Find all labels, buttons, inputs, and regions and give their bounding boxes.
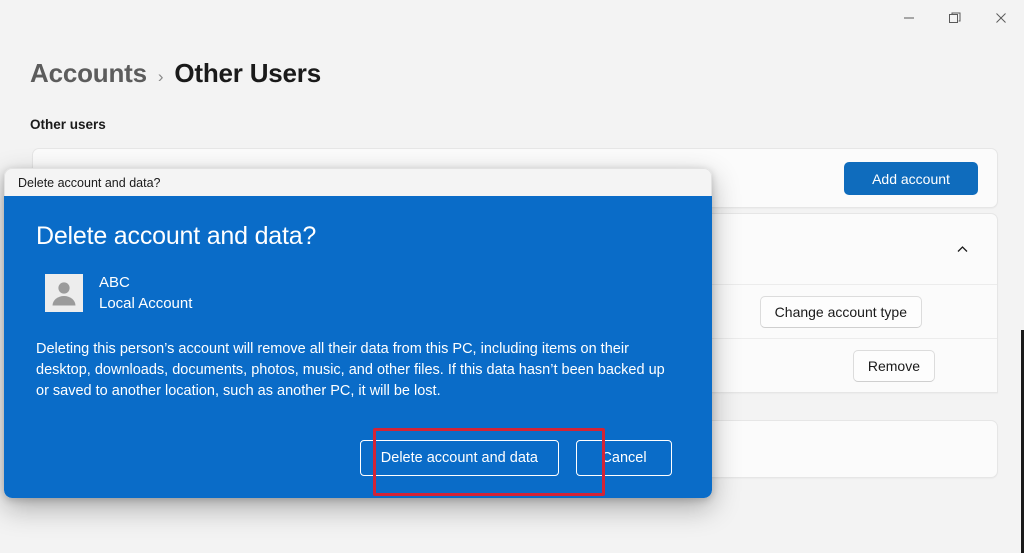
- remove-account-button[interactable]: Remove: [852, 349, 935, 382]
- minimize-button[interactable]: [886, 0, 932, 36]
- section-label-other-users: Other users: [30, 117, 106, 132]
- change-account-type-button[interactable]: Change account type: [759, 295, 922, 328]
- dialog-heading: Delete account and data?: [36, 222, 317, 250]
- delete-account-dialog: Delete account and data? Delete account …: [4, 168, 712, 498]
- account-type: Local Account: [99, 295, 193, 312]
- maximize-icon: [948, 11, 962, 25]
- breadcrumb-separator-icon: ›: [157, 67, 164, 86]
- account-name: ABC: [99, 274, 130, 291]
- account-summary: ABC Local Account: [45, 273, 682, 313]
- dialog-body: Delete account and data? ABC Local Accou…: [4, 196, 712, 498]
- close-button[interactable]: [978, 0, 1024, 36]
- dialog-titlebar: Delete account and data?: [4, 168, 712, 196]
- cancel-button[interactable]: Cancel: [576, 440, 672, 476]
- user-avatar-icon: [45, 274, 83, 312]
- breadcrumb: Accounts › Other Users: [30, 58, 321, 89]
- maximize-button[interactable]: [932, 0, 978, 36]
- dialog-titlebar-title: Delete account and data?: [18, 175, 161, 190]
- chevron-up-icon[interactable]: [947, 234, 977, 264]
- close-icon: [995, 12, 1007, 24]
- breadcrumb-item-accounts[interactable]: Accounts: [30, 58, 147, 89]
- account-meta: ABC Local Account: [99, 273, 192, 313]
- add-account-button[interactable]: Add account: [844, 161, 978, 195]
- window-titlebar: [0, 0, 1024, 36]
- minimize-icon: [903, 12, 915, 24]
- page-title: Other Users: [174, 58, 321, 88]
- dialog-actions: Delete account and data Cancel: [34, 440, 682, 476]
- dialog-body-text: Deleting this person’s account will remo…: [36, 341, 665, 399]
- confirm-delete-button[interactable]: Delete account and data: [359, 440, 559, 476]
